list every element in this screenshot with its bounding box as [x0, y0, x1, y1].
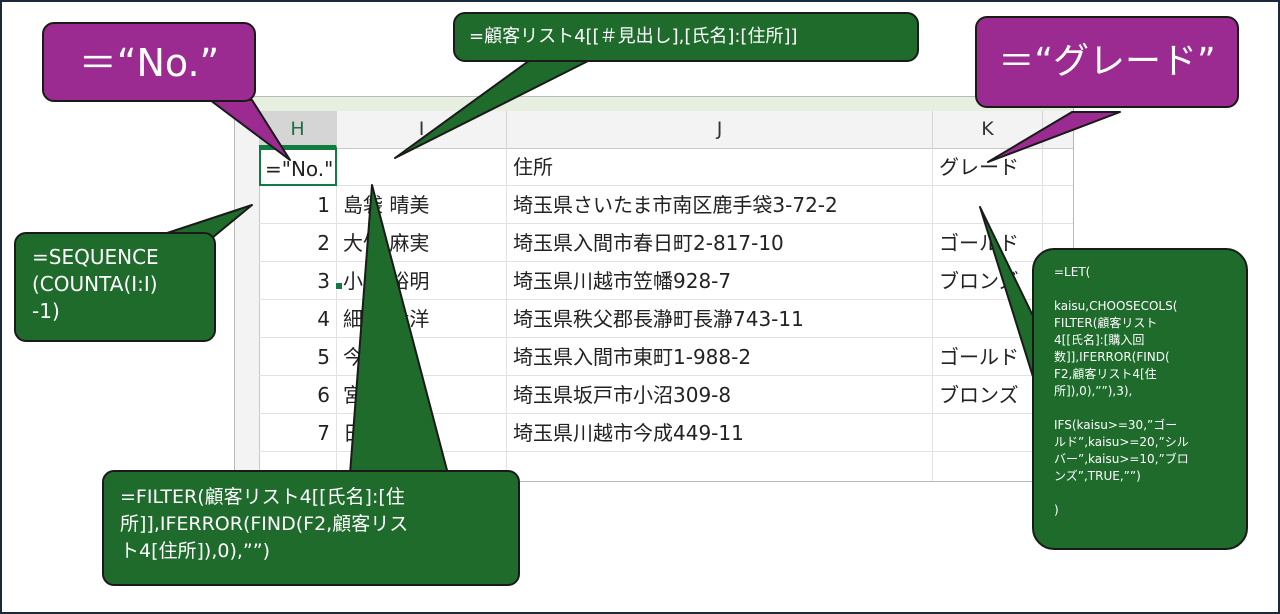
- table-row: 4 細谷 貴洋 埼玉県秩父郡長瀞町長瀞743-11: [259, 300, 1073, 338]
- filter-callout: =FILTER(顧客リスト4[[氏名]:[住 所]],IFERROR(FIND(…: [102, 470, 520, 586]
- grade-callout: ＝“グレード”: [975, 16, 1239, 108]
- cell-k[interactable]: [933, 414, 1043, 452]
- cell-i[interactable]: [337, 148, 507, 186]
- no-callout-text: ＝“No.”: [78, 41, 220, 85]
- fill-handle[interactable]: [335, 282, 343, 290]
- cell-h[interactable]: 2: [259, 224, 337, 262]
- no-callout: ＝“No.”: [42, 22, 256, 102]
- cell-j[interactable]: 埼玉県入間市東町1-988-2: [507, 338, 933, 376]
- cell-k[interactable]: グレード: [933, 148, 1043, 186]
- cell-h[interactable]: 3: [259, 262, 337, 300]
- column-header-k[interactable]: K: [933, 111, 1043, 148]
- table-row: 6 宮 浩 埼玉県坂戸市小沼309-8 ブロンズ: [259, 376, 1073, 414]
- table-row: 3 小池 裕明 埼玉県川越市笠幡928-7 ブロンズ: [259, 262, 1073, 300]
- table-row-header: ="No." 住所 グレード: [259, 148, 1073, 186]
- cell-h-header[interactable]: ="No.": [259, 148, 337, 186]
- table-row: 5 今村 三 埼玉県入間市東町1-988-2 ゴールド: [259, 338, 1073, 376]
- row-header-strip: [235, 148, 260, 481]
- cell-i[interactable]: 大竹 麻実: [337, 224, 507, 262]
- spreadsheet-grid[interactable]: H I J K ="No." 住所 グレード 1 島袋 晴美 埼玉県さいたま市南…: [234, 96, 1074, 482]
- table-row: 2 大竹 麻実 埼玉県入間市春日町2-817-10 ゴールド: [259, 224, 1073, 262]
- cell-j[interactable]: 埼玉県入間市春日町2-817-10: [507, 224, 933, 262]
- cell-h[interactable]: 4: [259, 300, 337, 338]
- cell-i[interactable]: 細谷 貴洋: [337, 300, 507, 338]
- column-header-i[interactable]: I: [337, 111, 507, 148]
- column-header-h[interactable]: H: [259, 111, 337, 148]
- cell-k[interactable]: ブロンズ: [933, 262, 1043, 300]
- cell-h[interactable]: 6: [259, 376, 337, 414]
- cell-k[interactable]: [933, 452, 1043, 481]
- cell-h[interactable]: 7: [259, 414, 337, 452]
- column-header-row: H I J K: [235, 111, 1073, 149]
- cell-k[interactable]: ブロンズ: [933, 376, 1043, 414]
- cell-k[interactable]: [933, 300, 1043, 338]
- cell-i[interactable]: 島袋 晴美: [337, 186, 507, 224]
- column-header-j[interactable]: J: [507, 111, 933, 148]
- cell-h[interactable]: 1: [259, 186, 337, 224]
- grade-callout-text: ＝“グレード”: [998, 41, 1216, 82]
- cell-j[interactable]: 埼玉県さいたま市南区鹿手袋3-72-2: [507, 186, 933, 224]
- cell-k[interactable]: ゴールド: [933, 338, 1043, 376]
- cell-i[interactable]: 小池 裕明: [337, 262, 507, 300]
- filter-callout-text: =FILTER(顧客リスト4[[氏名]:[住 所]],IFERROR(FIND(…: [120, 486, 409, 562]
- let-callout: =LET( kaisu,CHOOSECOLS( FILTER(顧客リスト 4[[…: [1032, 248, 1248, 550]
- table-row: 7 日 埼玉県川越市今成449-11: [259, 414, 1073, 452]
- cell-j[interactable]: 埼玉県川越市今成449-11: [507, 414, 933, 452]
- sequence-callout-text: =SEQUENCE (COUNTA(I:I) -1): [32, 245, 159, 323]
- sequence-callout: =SEQUENCE (COUNTA(I:I) -1): [14, 232, 216, 342]
- cell-k[interactable]: [933, 186, 1043, 224]
- header-formula-callout: =顧客リスト4[[＃見出し],[氏名]:[住所]]: [453, 12, 919, 62]
- cell-i[interactable]: 宮 浩: [337, 376, 507, 414]
- ribbon-edge: [235, 97, 1073, 111]
- let-callout-text: =LET( kaisu,CHOOSECOLS( FILTER(顧客リスト 4[[…: [1054, 265, 1189, 517]
- cell-j[interactable]: 埼玉県坂戸市小沼309-8: [507, 376, 933, 414]
- cell-j[interactable]: 住所: [507, 148, 933, 186]
- cell-i[interactable]: 今村 三: [337, 338, 507, 376]
- cell-j[interactable]: 埼玉県川越市笠幡928-7: [507, 262, 933, 300]
- cell-j[interactable]: 埼玉県秩父郡長瀞町長瀞743-11: [507, 300, 933, 338]
- cell-j[interactable]: [507, 452, 933, 481]
- header-formula-text: =顧客リスト4[[＃見出し],[氏名]:[住所]]: [469, 26, 798, 47]
- table-row: 1 島袋 晴美 埼玉県さいたま市南区鹿手袋3-72-2: [259, 186, 1073, 224]
- cell-h[interactable]: 5: [259, 338, 337, 376]
- cell-i[interactable]: 日: [337, 414, 507, 452]
- cell-k[interactable]: ゴールド: [933, 224, 1043, 262]
